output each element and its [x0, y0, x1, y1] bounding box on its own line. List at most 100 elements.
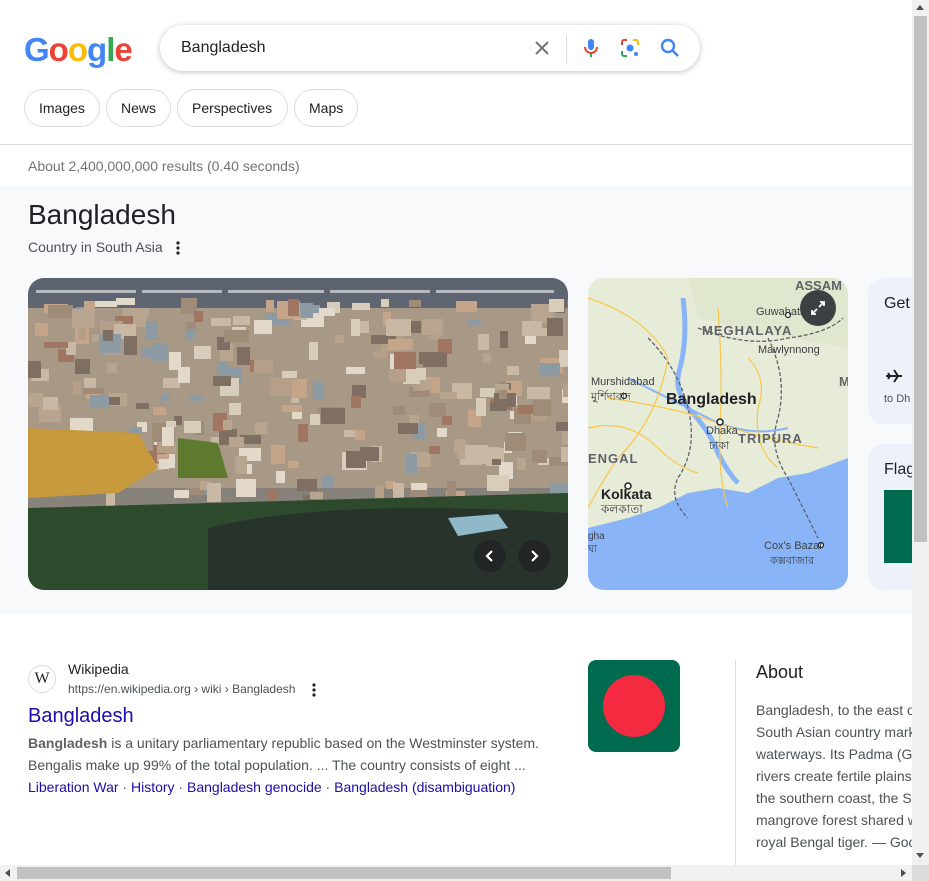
building-block: [476, 398, 486, 416]
building-block: [166, 421, 176, 427]
result-more-options-icon[interactable]: [306, 681, 322, 699]
horizontal-scrollbar-thumb[interactable]: [17, 867, 671, 879]
building-block: [457, 445, 465, 459]
building-block: [422, 319, 443, 335]
map-label-kolkata-bn: কলকাতা: [601, 502, 643, 516]
building-block: [386, 319, 411, 336]
search-box[interactable]: Bangladesh: [160, 25, 700, 71]
building-block: [136, 403, 149, 409]
vertical-scrollbar-thumb[interactable]: [914, 16, 927, 542]
map-label-gha: gha: [588, 531, 605, 542]
sublink-liberation-war[interactable]: Liberation War: [28, 779, 119, 795]
search-results-page: Google Bangladesh Images News Perspectiv…: [0, 0, 912, 865]
building-block: [533, 400, 551, 416]
building-block: [255, 422, 267, 434]
building-block: [346, 367, 365, 374]
about-description: Bangladesh, to the east o South Asian co…: [756, 699, 912, 853]
building-block: [271, 445, 285, 464]
building-block: [126, 308, 149, 315]
building-block: [527, 387, 550, 399]
vertical-scrollbar[interactable]: [912, 0, 929, 865]
chip-images[interactable]: Images: [24, 89, 100, 127]
building-block: [163, 378, 180, 388]
camera-lens-icon[interactable]: [618, 36, 642, 60]
sublink-disambiguation[interactable]: Bangladesh (disambiguation): [334, 779, 515, 795]
scroll-left-arrow-icon[interactable]: [5, 869, 10, 877]
building-block: [276, 471, 285, 483]
chevron-left-icon[interactable]: [474, 540, 506, 572]
building-block: [351, 396, 361, 408]
result-title-link[interactable]: Bangladesh: [28, 705, 134, 728]
building-block: [410, 415, 419, 424]
sublink-genocide[interactable]: Bangladesh genocide: [187, 779, 322, 795]
building-block: [84, 378, 96, 389]
building-block: [83, 388, 104, 394]
airplane-icon: [885, 367, 903, 390]
building-block: [360, 447, 379, 461]
result-site-name[interactable]: Wikipedia: [68, 661, 129, 677]
chevron-right-icon[interactable]: [518, 540, 550, 572]
building-block: [319, 308, 335, 316]
about-line: mangrove forest shared w: [756, 812, 912, 828]
building-block: [194, 346, 211, 359]
search-icon[interactable]: [658, 36, 682, 60]
building-block: [562, 429, 568, 444]
flag-card[interactable]: Flag: [868, 444, 912, 590]
building-block: [75, 359, 90, 374]
building-block: [282, 371, 297, 378]
building-block: [44, 342, 68, 348]
building-block: [373, 351, 387, 358]
about-divider: [735, 660, 736, 865]
building-block: [153, 407, 166, 415]
sublink-history[interactable]: History: [131, 779, 175, 795]
flag-preview-image: [884, 490, 912, 563]
sublink-separator: ·: [118, 779, 131, 795]
clear-icon[interactable]: [530, 36, 554, 60]
horizontal-scrollbar[interactable]: [0, 865, 912, 881]
building-block: [393, 483, 404, 499]
building-block: [468, 320, 481, 326]
result-snippet: Bangladesh is a unitary parliamentary re…: [28, 732, 548, 776]
search-box-divider: [566, 35, 567, 63]
microphone-icon[interactable]: [579, 36, 603, 60]
map-label-m-edge: M: [839, 374, 848, 389]
expand-map-icon[interactable]: [800, 290, 836, 326]
building-block: [48, 305, 73, 318]
directions-card[interactable]: Get to Dh: [868, 278, 912, 424]
result-stats: About 2,400,000,000 results (0.40 second…: [28, 158, 300, 174]
building-block: [532, 450, 547, 463]
map-label-bengal: ENGAL: [588, 451, 639, 466]
building-block: [174, 490, 189, 498]
google-logo[interactable]: Google: [24, 32, 133, 68]
about-line: waterways. Its Padma (Ga: [756, 746, 912, 762]
building-block: [437, 428, 447, 437]
building-block: [229, 437, 244, 447]
scrollbar-corner: [912, 865, 929, 881]
map-label-murshidabad: Murshidabad: [591, 376, 655, 388]
building-block: [161, 394, 170, 401]
building-block: [267, 489, 278, 500]
chip-maps[interactable]: Maps: [294, 89, 358, 127]
scroll-right-arrow-icon[interactable]: [901, 869, 906, 877]
building-block: [464, 445, 488, 464]
knowledge-panel-title: Bangladesh: [28, 199, 176, 230]
wikipedia-favicon: W: [28, 665, 56, 693]
more-options-icon[interactable]: [170, 239, 186, 257]
chip-news[interactable]: News: [106, 89, 171, 127]
building-block: [381, 299, 389, 307]
scroll-down-arrow-icon[interactable]: [916, 853, 924, 858]
building-block: [254, 320, 272, 334]
search-input[interactable]: Bangladesh: [181, 39, 266, 57]
building-block: [440, 392, 457, 399]
chip-perspectives[interactable]: Perspectives: [177, 89, 288, 127]
building-block: [237, 347, 250, 365]
building-block: [229, 403, 241, 415]
scroll-up-arrow-icon[interactable]: [916, 5, 924, 10]
building-block: [375, 485, 384, 499]
building-block: [559, 350, 568, 367]
result-url[interactable]: https://en.wikipedia.org › wiki › Bangla…: [68, 682, 295, 696]
building-block: [73, 381, 81, 395]
building-block: [393, 406, 405, 415]
bangladesh-flag-thumbnail[interactable]: [588, 660, 680, 752]
building-block: [483, 353, 491, 363]
